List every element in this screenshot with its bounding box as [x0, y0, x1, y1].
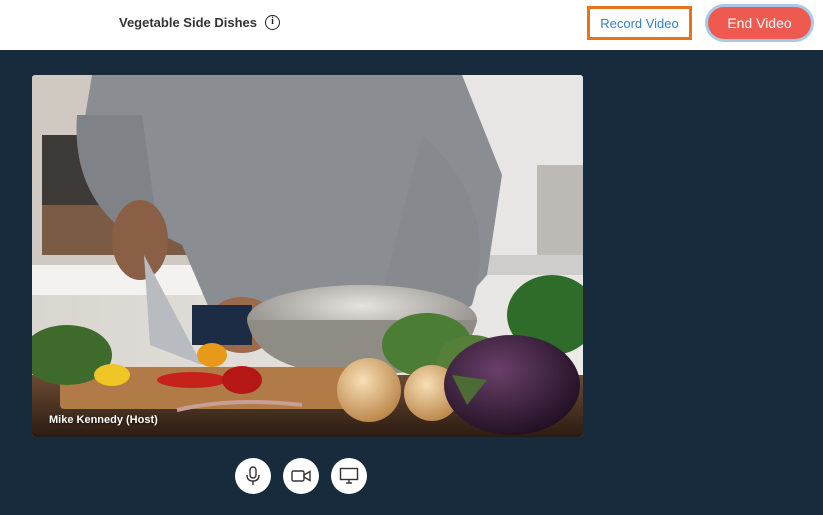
microphone-icon: [246, 466, 260, 485]
top-bar: Vegetable Side Dishes i Record Video End…: [0, 0, 823, 50]
meeting-title: Vegetable Side Dishes: [119, 15, 258, 30]
record-video-label: Record Video: [600, 15, 679, 31]
screen-share-button[interactable]: [331, 458, 367, 494]
end-video-label: End Video: [727, 15, 792, 31]
end-video-button[interactable]: End Video: [708, 7, 811, 39]
screen-share-icon: [339, 467, 359, 484]
info-icon[interactable]: i: [265, 15, 280, 30]
participant-name-label: Mike Kennedy (Host): [49, 414, 158, 426]
record-video-button[interactable]: Record Video: [587, 6, 692, 40]
camera-icon: [291, 470, 311, 482]
camera-button[interactable]: [283, 458, 319, 494]
video-frame-image: [32, 75, 583, 437]
video-feed: [32, 75, 583, 437]
microphone-button[interactable]: [235, 458, 271, 494]
